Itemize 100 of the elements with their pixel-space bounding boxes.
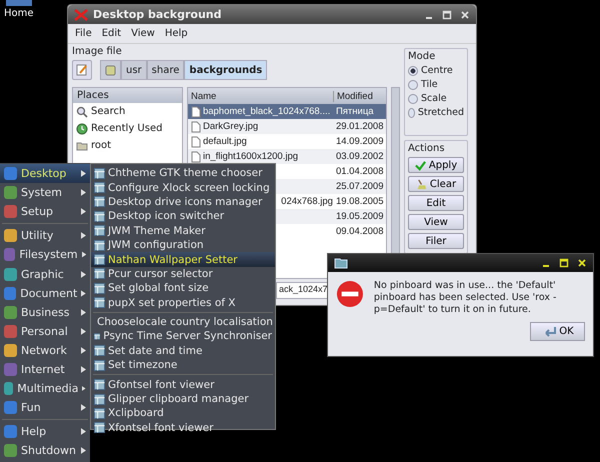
app-icon [94,394,105,405]
place-item[interactable]: root [91,140,112,151]
category-icon [4,167,17,180]
file-row[interactable]: in_flight1600x1200.jpg 03.09.2002 [188,149,386,164]
menu-category[interactable]: Utility [0,226,90,246]
submenu-item[interactable]: Set date and time [91,344,275,358]
menu-category[interactable]: System [0,183,90,202]
edit-path-button[interactable] [72,60,92,80]
column-header[interactable]: Name [188,90,334,102]
radio-button[interactable] [408,94,418,104]
menu-category[interactable]: Filesystem [0,245,90,264]
app-icon [94,182,105,194]
menu-category[interactable]: Network [0,340,90,360]
menu-category[interactable]: Graphic [0,264,90,284]
menu-category[interactable]: Internet [0,360,90,380]
menu-item[interactable]: File [75,28,92,39]
place-item[interactable]: Search [91,106,126,117]
file-name: DarkGrey.jpg [202,121,258,132]
menu-category[interactable]: Setup [0,202,90,222]
app-icon [94,422,105,434]
dialog-message: No pinboard was in use... the 'Default' pinboard has been selected. Use 'rox -p=Default' to turn it on in future. [374,280,558,316]
place-item[interactable]: Recently Used [91,123,162,134]
maximize-icon[interactable] [559,258,569,268]
submenu-item[interactable]: pupX set properties of X [91,296,275,310]
maximize-icon[interactable] [442,10,452,20]
submenu-arrow-icon [81,328,86,335]
file-date: 25.07.2009 [334,181,384,192]
desktop-icon-label[interactable]: Home [4,8,34,19]
submenu-arrow-icon [82,251,86,258]
category-icon [4,205,17,218]
menu-category[interactable]: Fun [0,398,90,418]
submenu-item[interactable]: Set global font size [91,281,275,296]
stop-icon [336,280,364,308]
path-button[interactable]: usr [121,60,147,80]
file-date: 29.01.2008 [334,121,384,132]
menu-category[interactable]: Personal [0,322,90,341]
menu-category[interactable]: Desktop [0,164,90,184]
menu-item[interactable]: Help [164,28,188,39]
close-icon[interactable] [460,10,470,20]
menu-item[interactable]: View [131,28,155,39]
radio-label[interactable]: Tile [421,79,438,90]
group-label: Mode [408,51,436,62]
category-icon [4,362,17,376]
menu-category[interactable]: Help [0,422,90,442]
menu-category[interactable]: Document [0,284,90,303]
action-button[interactable]: Apply [408,157,464,173]
file-row[interactable]: baphomet_black_1024x768.... Пятница [188,104,386,119]
submenu-arrow-icon [81,232,86,240]
file-row[interactable]: DarkGrey.jpg 29.01.2008 [188,119,386,134]
submenu-item[interactable]: Psync Time Server Synchroniser [91,329,275,344]
submenu-item[interactable]: Gfontsel font viewer [91,377,275,392]
radio-button[interactable] [408,108,415,118]
file-row[interactable]: default.jpg 14.09.2009 [188,134,386,149]
action-button[interactable]: Clear [408,176,464,192]
path-button[interactable]: backgrounds [184,60,268,80]
menu-category[interactable]: Business [0,302,90,322]
action-button[interactable]: Edit [408,195,464,211]
file-date: 19.08.2005 [334,196,384,207]
radio-button[interactable] [408,80,418,90]
menu-item[interactable]: Edit [102,28,122,39]
file-name: 024x768.jpg [281,196,333,207]
column-header[interactable]: Places [73,88,182,103]
submenu-item[interactable]: Chooselocale country localisation [91,314,275,330]
file-date: Пятница [334,106,374,117]
submenu-item[interactable]: Xfontsel font viewer [91,420,275,436]
radio-button[interactable] [408,66,418,76]
submenu-item[interactable]: JWM configuration [91,238,275,252]
menu-category[interactable]: Multimedia [0,379,90,398]
category-icon [4,229,17,242]
submenu-item[interactable]: Nathan Wallpaper Setter [91,252,275,267]
drive-button[interactable] [100,60,121,80]
submenu-item[interactable]: Pcur cursor selector [91,266,275,282]
file-date: 19.05.2009 [334,211,384,222]
ok-button[interactable]: OK [530,322,585,341]
category-icon [4,401,17,414]
action-button[interactable]: Filer [408,233,464,249]
radio-label[interactable]: Stretched [418,107,464,118]
submenu-item[interactable]: Glipper clipboard manager [91,392,275,406]
app-icon [94,168,105,179]
group-label: Image file [72,46,123,57]
submenu-item[interactable]: JWM Theme Maker [91,224,275,238]
submenu-item[interactable]: Desktop drive icons manager [91,194,275,210]
close-icon[interactable] [577,258,587,268]
radio-label[interactable]: Centre [421,65,453,76]
file-icon [190,120,201,132]
menu-category[interactable]: Shutdown [0,441,90,460]
window-title: Desktop background [93,8,222,21]
path-button[interactable]: share [146,60,184,80]
submenu-item[interactable]: Set timezone [91,358,275,372]
action-button[interactable]: View [408,214,464,230]
radio-label[interactable]: Scale [421,93,447,104]
category-icon [4,248,16,262]
file-name: in_flight1600x1200.jpg [202,151,298,162]
app-icon [94,240,105,251]
submenu-item[interactable]: Xclipboard [91,406,275,421]
column-header[interactable]: Modified [334,90,373,102]
submenu-item[interactable]: Chtheme GTK theme chooser [91,166,275,180]
group-label: Actions [408,143,446,154]
category-icon [4,324,17,338]
submenu-arrow-icon [81,404,86,412]
